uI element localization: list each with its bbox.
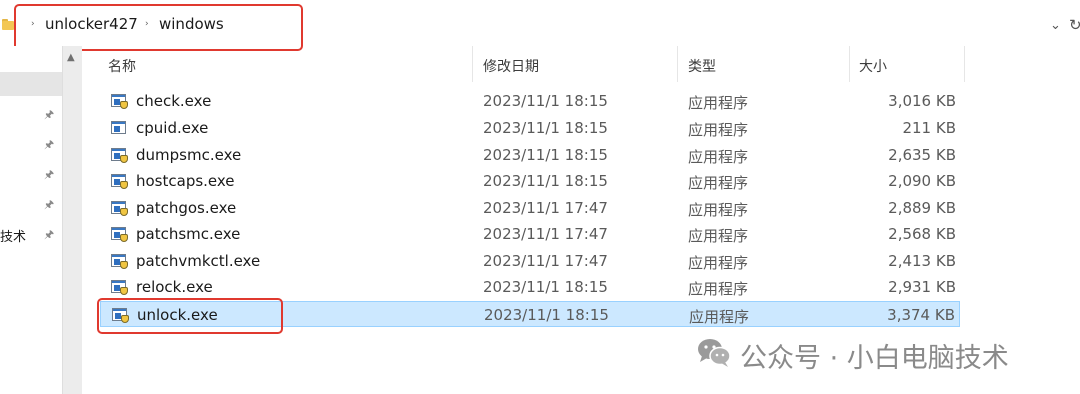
watermark-text: 公众号 · 小白电脑技术	[740, 343, 1009, 374]
file-date: 2023/11/1 18:15	[483, 278, 608, 296]
file-row[interactable]: cpuid.exe 2023/11/1 18:15 应用程序 211 KB	[100, 115, 960, 141]
column-header-size[interactable]: 大小	[859, 56, 887, 76]
pin-icon: 🖈	[44, 138, 55, 151]
pin-icon: 🖈	[44, 168, 55, 181]
navigation-pane: 🖈 🖈 🖈 🖈 🖈 技术	[0, 46, 62, 394]
file-row[interactable]: relock.exe 2023/11/1 18:15 应用程序 2,931 KB	[100, 274, 960, 300]
column-divider[interactable]	[472, 46, 473, 82]
file-name: patchgos.exe	[136, 199, 237, 217]
application-icon	[111, 121, 128, 135]
file-size: 3,016 KB	[888, 92, 956, 110]
file-name: hostcaps.exe	[136, 172, 235, 190]
file-row[interactable]: hostcaps.exe 2023/11/1 18:15 应用程序 2,090 …	[100, 168, 960, 194]
nav-item-label[interactable]: 技术	[0, 226, 26, 245]
file-type: 应用程序	[688, 174, 749, 192]
file-size: 2,889 KB	[888, 199, 956, 217]
file-date: 2023/11/1 17:47	[483, 225, 608, 243]
file-size: 3,374 KB	[887, 306, 955, 324]
application-icon	[111, 94, 128, 109]
column-divider[interactable]	[677, 46, 678, 82]
file-name: patchvmkctl.exe	[136, 252, 261, 270]
file-row[interactable]: patchsmc.exe 2023/11/1 17:47 应用程序 2,568 …	[100, 221, 960, 247]
file-row[interactable]: patchvmkctl.exe 2023/11/1 17:47 应用程序 2,4…	[100, 248, 960, 274]
file-type: 应用程序	[688, 121, 749, 139]
file-date: 2023/11/1 18:15	[483, 119, 608, 137]
column-header-name[interactable]: 名称	[108, 56, 136, 76]
file-size: 2,635 KB	[888, 146, 956, 164]
nav-scrollbar[interactable]: ▲	[62, 46, 82, 394]
file-size: 2,931 KB	[888, 278, 956, 296]
chevron-down-icon[interactable]: ⌄	[1050, 18, 1061, 33]
file-type: 应用程序	[688, 148, 749, 166]
file-name: dumpsmc.exe	[136, 146, 242, 164]
file-name: check.exe	[136, 92, 212, 110]
file-type: 应用程序	[688, 201, 749, 219]
annotation-box-unlock	[97, 298, 283, 334]
column-divider[interactable]	[849, 46, 850, 82]
application-icon	[111, 201, 128, 216]
file-type: 应用程序	[688, 254, 749, 272]
file-date: 2023/11/1 18:15	[483, 146, 608, 164]
file-name: patchsmc.exe	[136, 225, 241, 243]
column-header-date[interactable]: 修改日期	[483, 56, 539, 76]
file-type: 应用程序	[688, 94, 749, 112]
file-row[interactable]: patchgos.exe 2023/11/1 17:47 应用程序 2,889 …	[100, 195, 960, 221]
file-date: 2023/11/1 18:15	[484, 306, 609, 324]
wechat-icon	[698, 339, 731, 367]
file-row[interactable]: check.exe 2023/11/1 18:15 应用程序 3,016 KB	[100, 88, 960, 114]
application-icon	[111, 254, 128, 269]
refresh-icon[interactable]: ↻	[1069, 16, 1080, 34]
file-name: relock.exe	[136, 278, 213, 296]
file-size: 2,090 KB	[888, 172, 956, 190]
file-type: 应用程序	[689, 308, 750, 326]
pin-icon: 🖈	[44, 108, 55, 121]
file-date: 2023/11/1 18:15	[483, 172, 608, 190]
file-date: 2023/11/1 18:15	[483, 92, 608, 110]
scroll-up-icon[interactable]: ▲	[67, 52, 75, 63]
column-header-row: 名称 修改日期 类型 大小	[84, 46, 1080, 82]
annotation-box-address	[14, 4, 303, 51]
folder-icon	[2, 19, 14, 31]
pin-icon: 🖈	[44, 228, 55, 241]
column-header-type[interactable]: 类型	[688, 56, 716, 76]
file-size: 2,413 KB	[888, 252, 956, 270]
file-row[interactable]: dumpsmc.exe 2023/11/1 18:15 应用程序 2,635 K…	[100, 142, 960, 168]
file-size: 2,568 KB	[888, 225, 956, 243]
pin-icon: 🖈	[44, 198, 55, 211]
file-size: 211 KB	[902, 119, 956, 137]
file-date: 2023/11/1 17:47	[483, 252, 608, 270]
application-icon	[111, 227, 128, 242]
column-divider[interactable]	[964, 46, 965, 82]
application-icon	[111, 280, 128, 295]
file-date: 2023/11/1 17:47	[483, 199, 608, 217]
file-type: 应用程序	[688, 227, 749, 245]
nav-item-selected[interactable]	[0, 72, 62, 96]
file-type: 应用程序	[688, 280, 749, 298]
file-name: cpuid.exe	[136, 119, 209, 137]
application-icon	[111, 174, 128, 189]
application-icon	[111, 148, 128, 163]
